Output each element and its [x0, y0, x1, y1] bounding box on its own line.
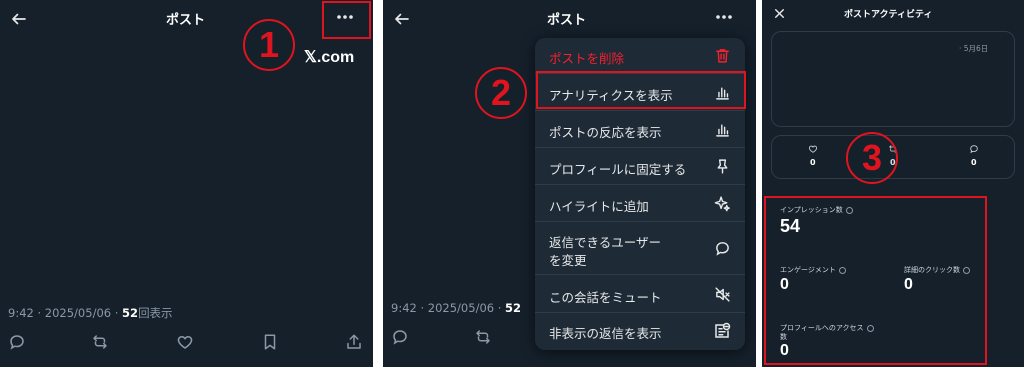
- page-title: ポスト: [166, 13, 206, 28]
- post-meta: 9:42 · 2025/05/06 · 52: [391, 301, 521, 315]
- menu-item-label: この会話をミュート: [549, 290, 662, 305]
- back-arrow-icon[interactable]: [393, 10, 411, 28]
- screen-post-activity: ポストアクティビティ · 5月6日 0 0 0 3 インプレッション数 54 エ…: [762, 0, 1024, 367]
- like-count: 0: [810, 158, 816, 167]
- menu-item-label: ポストの反応を表示: [549, 125, 662, 140]
- trash-icon: [716, 49, 729, 63]
- page-title: ポストアクティビティ: [844, 10, 933, 20]
- watermark: 𝕏.com: [304, 49, 355, 66]
- like-icon: [808, 145, 818, 153]
- step-number-badge: 1: [243, 19, 295, 71]
- reply-icon[interactable]: [8, 333, 26, 351]
- view-count: 52: [505, 301, 522, 315]
- menu-item-label: ポストを削除: [549, 51, 625, 66]
- reactions-chart-icon: [716, 124, 729, 137]
- reply-icon[interactable]: [391, 328, 409, 346]
- step-number-badge: 2: [475, 67, 527, 119]
- repost-icon[interactable]: [474, 328, 492, 346]
- menu-item-reactions[interactable]: ポストの反応を表示: [535, 111, 745, 148]
- post-preview-card[interactable]: · 5月6日: [771, 31, 1015, 127]
- view-count: 52: [122, 306, 139, 320]
- page-title: ポスト: [547, 13, 587, 28]
- menu-item-highlight[interactable]: ハイライトに追加: [535, 185, 745, 222]
- bookmark-icon[interactable]: [261, 333, 279, 351]
- close-icon[interactable]: [773, 7, 786, 20]
- menu-item-label-line1: 返信できるユーザー: [549, 235, 662, 250]
- step-number-badge: 3: [846, 132, 898, 184]
- share-icon[interactable]: [345, 333, 363, 351]
- menu-item-hidden-replies[interactable]: 非表示の返信を表示: [535, 313, 745, 350]
- repost-icon[interactable]: [91, 333, 109, 351]
- screen-post-menu: ポスト 9:42 · 2025/05/06 · 52 ポストを削除 アナリティク…: [383, 0, 756, 367]
- post-date: · 5月6日: [959, 44, 989, 53]
- pin-icon: [717, 159, 728, 174]
- screen-post-view: ポスト 1 𝕏.com 9:42 · 2025/05/06 · 52回表示: [0, 0, 373, 367]
- menu-item-label: ハイライトに追加: [549, 199, 649, 214]
- menu-item-label: 非表示の返信を表示: [549, 326, 662, 341]
- menu-item-mute[interactable]: この会話をミュート: [535, 275, 745, 313]
- more-options-icon[interactable]: [715, 13, 733, 21]
- menu-item-delete[interactable]: ポストを削除: [535, 38, 745, 74]
- menu-item-label-line2: を変更: [549, 253, 587, 268]
- post-timestamp: 9:42 · 2025/05/06 ·: [391, 301, 506, 315]
- hidden-replies-icon: [715, 322, 731, 338]
- back-arrow-icon[interactable]: [10, 10, 28, 28]
- reply-bubble-icon: [716, 242, 729, 256]
- post-meta: 9:42 · 2025/05/06 · 52回表示: [8, 305, 173, 321]
- highlight-stats: [764, 196, 987, 365]
- like-icon[interactable]: [176, 333, 194, 351]
- menu-item-reply-settings[interactable]: 返信できるユーザー を変更: [535, 222, 745, 275]
- menu-item-label: プロフィールに固定する: [549, 162, 687, 177]
- mute-icon: [715, 287, 730, 302]
- sparkle-icon: [714, 196, 730, 212]
- post-timestamp: 9:42 · 2025/05/06 ·: [8, 306, 123, 320]
- reply-count: 0: [971, 158, 977, 167]
- reply-icon: [970, 145, 978, 154]
- highlight-more-options: [322, 1, 371, 39]
- menu-item-pin[interactable]: プロフィールに固定する: [535, 148, 745, 185]
- highlight-analytics: [536, 71, 746, 109]
- view-label: 回表示: [138, 306, 173, 320]
